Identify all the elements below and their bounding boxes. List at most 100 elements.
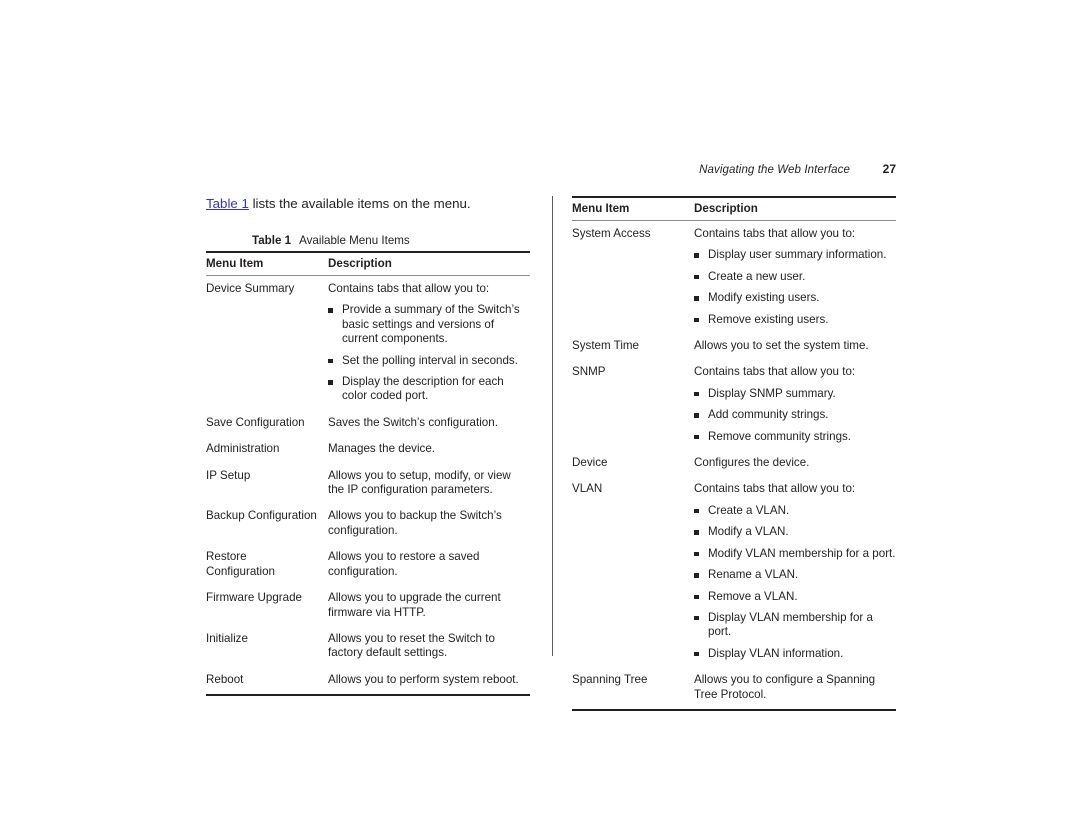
square-bullet-icon xyxy=(694,651,699,657)
table-row: Backup Configuration Allows you to backup… xyxy=(206,503,530,544)
cell-menu-item: Administration xyxy=(206,442,280,456)
running-header-title: Navigating the Web Interface xyxy=(699,164,850,176)
page-number: 27 xyxy=(882,162,896,176)
intro-paragraph: Table 1 lists the available items on the… xyxy=(206,196,530,212)
cell-menu-item: System Access xyxy=(572,227,651,240)
bullet-item: Modify a VLAN. xyxy=(694,525,896,539)
description-lead-in: Contains tabs that allow you to: xyxy=(694,365,856,379)
bullet-item: Remove existing users. xyxy=(694,313,896,327)
table-row: VLAN Contains tabs that allow you to: Crea… xyxy=(572,476,896,667)
bullet-item: Display user summary information. xyxy=(694,248,896,262)
left-column: Table 1 lists the available items on the… xyxy=(206,196,530,697)
document-page: Navigating the Web Interface 27 Table 1 … xyxy=(0,0,1080,834)
square-bullet-icon xyxy=(694,413,699,418)
cell-menu-item: Device Summary xyxy=(206,282,295,295)
table-row: Administration Manages the device. xyxy=(206,436,530,462)
square-bullet-icon xyxy=(328,380,333,385)
bullet-item: Create a new user. xyxy=(694,270,896,284)
table-row: Restore Configuration Allows you to resto… xyxy=(206,544,530,585)
bullet-item: Remove a VLAN. xyxy=(694,590,896,604)
description-lead-in: Allows you to restore a saved configurat… xyxy=(328,550,480,578)
description-lead-in: Allows you to set the system time. xyxy=(694,339,869,353)
description-lead-in: Allows you to perform system reboot. xyxy=(328,672,519,686)
square-bullet-icon xyxy=(694,615,699,621)
square-bullet-icon xyxy=(694,274,699,280)
cell-description: Contains tabs that allow you to: Provide … xyxy=(326,276,530,410)
cell-description: Allows you to restore a saved configurat… xyxy=(326,544,530,585)
description-lead-in: Allows you to configure a Spanning Tree … xyxy=(694,673,876,701)
bullet-item: Display SNMP summary. xyxy=(694,387,896,401)
square-bullet-icon xyxy=(328,358,333,364)
cell-menu-item: SNMP xyxy=(572,365,606,379)
cell-menu-item: Initialize xyxy=(206,631,248,645)
cell-description: Allows you to backup the Switch’s config… xyxy=(326,503,530,544)
table-row: Device Configures the device. xyxy=(572,450,896,476)
table-header-row: Menu Item Description xyxy=(206,251,530,276)
description-lead-in: Allows you to backup the Switch’s config… xyxy=(328,509,502,537)
description-lead-in: Allows you to reset the Switch to factor… xyxy=(328,631,495,660)
column-header-description: Description xyxy=(326,251,530,276)
cell-menu-item: VLAN xyxy=(572,482,603,496)
square-bullet-icon xyxy=(694,253,699,258)
cell-menu-item: Save Configuration xyxy=(206,415,305,429)
cell-menu-item: Spanning Tree xyxy=(572,667,692,711)
description-lead-in: Configures the device. xyxy=(694,456,810,470)
cell-menu-item: Firmware Upgrade xyxy=(206,591,302,605)
square-bullet-icon xyxy=(694,434,699,440)
description-bullet-list: Provide a summary of the Switch’s basic … xyxy=(328,303,530,403)
column-header-menu-item: Menu Item xyxy=(206,251,326,276)
table-header-row: Menu Item Description xyxy=(572,196,896,221)
table-body-left: Device Summary Contains tabs that allow y… xyxy=(206,276,530,697)
cell-menu-item: Reboot xyxy=(206,666,326,697)
cell-menu-item: Backup Configuration xyxy=(206,509,317,523)
square-bullet-icon xyxy=(694,317,699,323)
description-lead-in: Saves the Switch’s configuration. xyxy=(328,415,498,429)
table-1-crossreference-link[interactable]: Table 1 xyxy=(206,196,249,211)
cell-menu-item: Device xyxy=(572,456,608,470)
bullet-item: Remove community strings. xyxy=(694,430,896,444)
available-menu-items-table-right: Menu Item Description System Access Conta… xyxy=(572,196,896,711)
description-lead-in: Allows you to setup, modify, or view the… xyxy=(328,468,511,497)
square-bullet-icon xyxy=(694,551,699,557)
table-row: SNMP Contains tabs that allow you to: Disp… xyxy=(572,359,896,450)
cell-description: Allows you to perform system reboot. xyxy=(326,666,530,697)
bullet-item: Display the description for each color c… xyxy=(328,375,530,404)
cell-menu-item: System Time xyxy=(572,339,639,353)
table-body-right: System Access Contains tabs that allow yo… xyxy=(572,221,896,711)
bullet-item: Set the polling interval in seconds. xyxy=(328,354,530,368)
table-row: Spanning Tree Allows you to configure a S… xyxy=(572,667,896,711)
column-header-menu-item: Menu Item xyxy=(572,196,692,221)
table-row: System Access Contains tabs that allow yo… xyxy=(572,221,896,334)
cell-description: Configures the device. xyxy=(692,450,896,476)
square-bullet-icon xyxy=(694,391,699,397)
cell-description: Allows you to set the system time. xyxy=(692,333,896,359)
table-caption: Table 1 Available Menu Items xyxy=(206,234,530,248)
table-row: Device Summary Contains tabs that allow y… xyxy=(206,276,530,410)
cell-menu-item: IP Setup xyxy=(206,468,251,482)
cell-description: Allows you to reset the Switch to factor… xyxy=(326,626,530,667)
cell-description: Allows you to upgrade the current firmwa… xyxy=(326,585,530,626)
description-lead-in: Contains tabs that allow you to: xyxy=(694,482,856,496)
square-bullet-icon xyxy=(694,508,699,514)
intro-text: lists the available items on the menu. xyxy=(248,196,471,211)
description-bullet-list: Display SNMP summary. Add community strin… xyxy=(694,387,896,444)
cell-description: Saves the Switch’s configuration. xyxy=(326,410,530,436)
cell-description: Allows you to configure a Spanning Tree … xyxy=(692,667,896,711)
table-row: System Time Allows you to set the system … xyxy=(572,333,896,359)
bullet-item: Display VLAN information. xyxy=(694,647,896,661)
column-header-description: Description xyxy=(692,196,896,221)
square-bullet-icon xyxy=(694,530,699,535)
description-lead-in: Manages the device. xyxy=(328,442,435,456)
table-caption-title: Available Menu Items xyxy=(299,234,410,247)
description-lead-in: Contains tabs that allow you to: xyxy=(694,227,856,240)
cell-description: Contains tabs that allow you to: Display … xyxy=(692,221,896,334)
bullet-item: Modify VLAN membership for a port. xyxy=(694,547,896,561)
square-bullet-icon xyxy=(328,308,333,313)
bullet-item: Provide a summary of the Switch’s basic … xyxy=(328,303,530,346)
right-column: Menu Item Description System Access Conta… xyxy=(572,196,896,711)
bullet-item: Display VLAN membership for a port. xyxy=(694,611,896,640)
square-bullet-icon xyxy=(694,573,699,578)
available-menu-items-table-left: Menu Item Description Device Summary Cont… xyxy=(206,251,530,697)
column-divider xyxy=(552,196,553,656)
table-row: Reboot Allows you to perform system reboo… xyxy=(206,666,530,697)
